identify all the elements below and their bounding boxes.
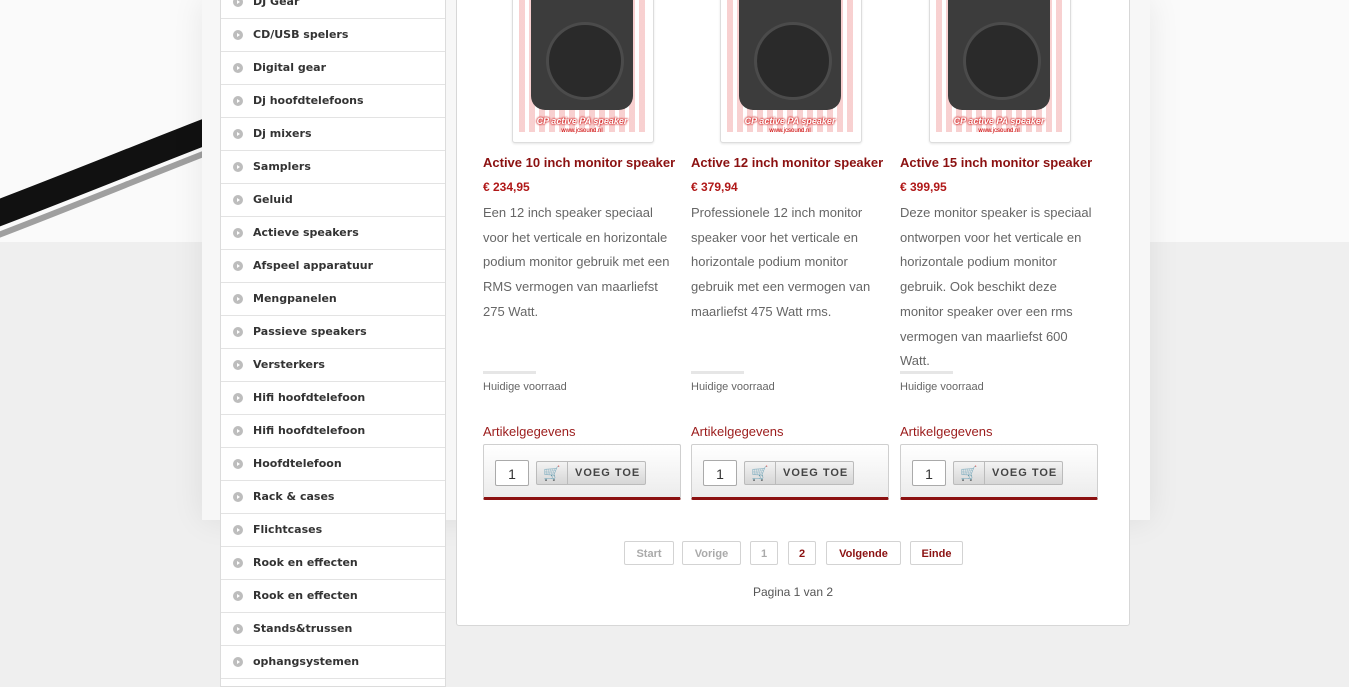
- product-description: Professionele 12 inch monitor speaker vo…: [691, 205, 871, 319]
- product-price: € 379,94: [691, 180, 738, 194]
- sidebar-item-ophangsystemen[interactable]: ophangsystemen: [221, 646, 445, 679]
- pagination-next-button[interactable]: Volgende: [826, 541, 901, 565]
- woofer-graphic: [963, 22, 1041, 100]
- chevron-right-icon: [233, 228, 243, 238]
- chevron-right-icon: [233, 327, 243, 337]
- sidebar-item-flichtcases[interactable]: Flichtcases: [221, 514, 445, 547]
- pagination-info: Pagina 1 van 2: [752, 585, 834, 599]
- chevron-right-icon: [233, 624, 243, 634]
- sidebar-item-hifi-hoofdtelefoon[interactable]: Hifi hoofdtelefoon: [221, 382, 445, 415]
- chevron-right-icon: [233, 492, 243, 502]
- product-listing: CP active PA speaker www.jcsound.nl Acti…: [456, 0, 1130, 626]
- image-url-text: www.jcsound.nl: [978, 128, 1020, 134]
- chevron-right-icon: [233, 294, 243, 304]
- sidebar-item-dj-gear[interactable]: DJ Gear: [221, 0, 445, 19]
- product-image[interactable]: CP active PA speaker www.jcsound.nl: [512, 0, 654, 143]
- product-title-link[interactable]: Active 12 inch monitor speaker: [691, 155, 901, 170]
- sidebar-item-actieve-speakers[interactable]: Actieve speakers: [221, 217, 445, 250]
- quantity-input[interactable]: 1: [912, 460, 946, 486]
- sidebar-item-rook-en-effecten[interactable]: Rook en effecten: [221, 547, 445, 580]
- add-to-cart-button[interactable]: 🛒 VOEG TOE: [536, 461, 646, 485]
- product-details-link[interactable]: Artikelgegevens: [483, 424, 576, 439]
- pagination-prev-button[interactable]: Vorige: [682, 541, 741, 565]
- image-url-text: www.jcsound.nl: [769, 128, 811, 134]
- cart-icon: 🛒: [745, 462, 776, 484]
- cart-icon: 🛒: [954, 462, 985, 484]
- product-details-link[interactable]: Artikelgegevens: [900, 424, 993, 439]
- sidebar-item-hifi-hoofdtelefoon-2[interactable]: Hifi hoofdtelefoon: [221, 415, 445, 448]
- sidebar-item-stands-trussen[interactable]: Stands&trussen: [221, 613, 445, 646]
- image-url-text: www.jcsound.nl: [561, 128, 603, 134]
- add-to-cart-label: VOEG TOE: [992, 467, 1058, 479]
- sidebar-item-cd-usb-spelers[interactable]: CD/USB spelers: [221, 19, 445, 52]
- add-to-cart-box: 1 🛒 VOEG TOE: [900, 444, 1098, 500]
- woofer-graphic: [754, 22, 832, 100]
- sidebar-item-digital-gear[interactable]: Digital gear: [221, 52, 445, 85]
- product-price: € 234,95: [483, 180, 530, 194]
- add-to-cart-button[interactable]: 🛒 VOEG TOE: [953, 461, 1063, 485]
- chevron-right-icon: [233, 591, 243, 601]
- product-price: € 399,95: [900, 180, 947, 194]
- pagination: Start Vorige 1 2 Volgende Einde: [457, 541, 1129, 569]
- cart-icon: 🛒: [537, 462, 568, 484]
- pagination-start-button[interactable]: Start: [624, 541, 674, 565]
- product-details-link[interactable]: Artikelgegevens: [691, 424, 784, 439]
- chevron-right-icon: [233, 195, 243, 205]
- chevron-right-icon: [233, 0, 243, 7]
- chevron-right-icon: [233, 261, 243, 271]
- chevron-right-icon: [233, 63, 243, 73]
- quantity-input[interactable]: 1: [703, 460, 737, 486]
- product-description: Deze monitor speaker is speciaal ontworp…: [900, 205, 1092, 369]
- add-to-cart-box: 1 🛒 VOEG TOE: [691, 444, 889, 500]
- image-caption: CP active PA speaker: [536, 116, 628, 126]
- stock-label: Huidige voorraad: [691, 381, 775, 393]
- quantity-input[interactable]: 1: [495, 460, 529, 486]
- stock-indicator: [483, 371, 536, 374]
- chevron-right-icon: [233, 525, 243, 535]
- sidebar-item-dj-hoofdtelefoons[interactable]: Dj hoofdtelefoons: [221, 85, 445, 118]
- chevron-right-icon: [233, 426, 243, 436]
- chevron-right-icon: [233, 393, 243, 403]
- chevron-right-icon: [233, 96, 243, 106]
- stock-indicator: [691, 371, 744, 374]
- image-caption: CP active PA speaker: [744, 116, 836, 126]
- pagination-page-1[interactable]: 1: [750, 541, 778, 565]
- pagination-end-button[interactable]: Einde: [910, 541, 963, 565]
- chevron-right-icon: [233, 459, 243, 469]
- product-title-link[interactable]: Active 15 inch monitor speaker: [900, 155, 1110, 170]
- add-to-cart-button[interactable]: 🛒 VOEG TOE: [744, 461, 854, 485]
- chevron-right-icon: [233, 657, 243, 667]
- sidebar-item-mengpanelen[interactable]: Mengpanelen: [221, 283, 445, 316]
- sidebar-item-hoofdtelefoon[interactable]: Hoofdtelefoon: [221, 448, 445, 481]
- chevron-right-icon: [233, 360, 243, 370]
- product-description: Een 12 inch speaker speciaal voor het ve…: [483, 205, 670, 319]
- sidebar-item-afspeel-apparatuur[interactable]: Afspeel apparatuur: [221, 250, 445, 283]
- product-image[interactable]: CP active PA speaker www.jcsound.nl: [929, 0, 1071, 143]
- woofer-graphic: [546, 22, 624, 100]
- product-title-link[interactable]: Active 10 inch monitor speaker: [483, 155, 693, 170]
- chevron-right-icon: [233, 162, 243, 172]
- sidebar-item-rook-en-effecten-2[interactable]: Rook en effecten: [221, 580, 445, 613]
- pagination-page-2[interactable]: 2: [788, 541, 816, 565]
- sidebar-item-dj-mixers[interactable]: Dj mixers: [221, 118, 445, 151]
- chevron-right-icon: [233, 558, 243, 568]
- stock-label: Huidige voorraad: [483, 381, 567, 393]
- add-to-cart-label: VOEG TOE: [575, 467, 641, 479]
- sidebar-item-passieve-speakers[interactable]: Passieve speakers: [221, 316, 445, 349]
- category-list: DJ Gear CD/USB spelers Digital gear Dj h…: [221, 0, 445, 679]
- product-image[interactable]: CP active PA speaker www.jcsound.nl: [720, 0, 862, 143]
- chevron-right-icon: [233, 30, 243, 40]
- sidebar-item-rack-cases[interactable]: Rack & cases: [221, 481, 445, 514]
- stock-label: Huidige voorraad: [900, 381, 984, 393]
- image-caption: CP active PA speaker: [953, 116, 1045, 126]
- stock-indicator: [900, 371, 953, 374]
- sidebar-item-geluid[interactable]: Geluid: [221, 184, 445, 217]
- category-sidebar: DJ Gear CD/USB spelers Digital gear Dj h…: [220, 0, 446, 687]
- chevron-right-icon: [233, 129, 243, 139]
- sidebar-item-versterkers[interactable]: Versterkers: [221, 349, 445, 382]
- add-to-cart-label: VOEG TOE: [783, 467, 849, 479]
- add-to-cart-box: 1 🛒 VOEG TOE: [483, 444, 681, 500]
- sidebar-item-samplers[interactable]: Samplers: [221, 151, 445, 184]
